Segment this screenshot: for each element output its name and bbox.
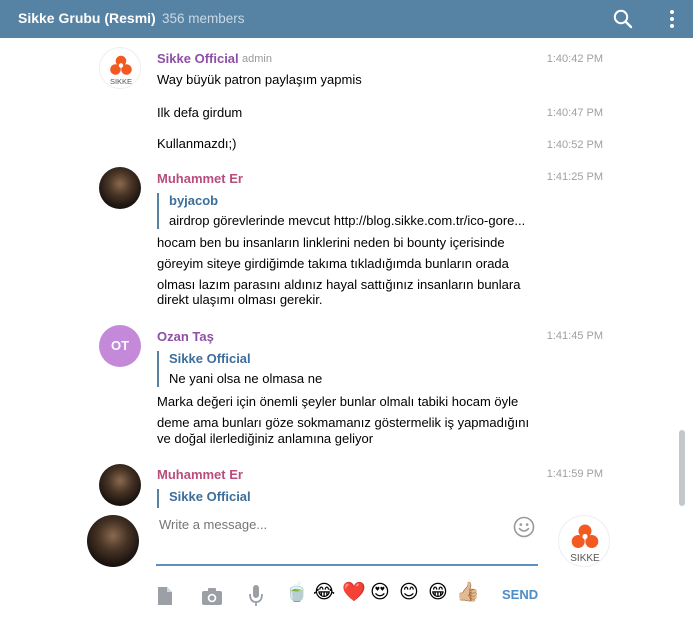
camera-icon[interactable] (201, 586, 223, 609)
message-text-line: göreyim siteye girdiğimde takıma tıkladı… (157, 256, 509, 271)
message-text: Way büyük patron paylaşım yapmis (157, 72, 362, 87)
emoji-shortcut[interactable]: 😊 (399, 582, 419, 604)
message-time: 1:41:45 PM (546, 330, 603, 342)
message-text: Ilk defa girdum (157, 105, 243, 120)
emoji-shortcut[interactable]: 👍🏼 (456, 582, 480, 604)
reply-text: airdrop görevlerinde mevcut http://blog.… (169, 213, 526, 228)
sikke-sticker-icon[interactable]: SIKKE (558, 515, 610, 567)
message-text-line: Marka değeri için önemli şeyler bunlar o… (157, 394, 519, 409)
member-count[interactable]: 356 members (162, 11, 245, 26)
reply-quote[interactable]: byjacob airdrop görevlerinde mevcut http… (157, 193, 525, 229)
message-time: 1:40:42 PM (546, 53, 603, 65)
reply-author: byjacob (169, 193, 219, 208)
send-button[interactable]: SEND (502, 587, 538, 602)
message-time: 1:41:25 PM (546, 171, 603, 183)
input-underline (156, 564, 538, 566)
message-time: 1:40:47 PM (546, 107, 603, 119)
message-author[interactable]: Ozan Taş (157, 329, 214, 344)
message-author[interactable]: Muhammet Er (157, 171, 243, 186)
emoji-shortcut[interactable]: 😁 (428, 582, 448, 604)
message-text-line: ve doğal ilerlediğiniz anlamına geliyor (157, 431, 374, 446)
logo-label: SIKKE (110, 77, 132, 86)
reply-quote[interactable]: Sikke Official Ne yani olsa ne olmasa ne (157, 351, 322, 387)
message-composer: SIKKE 🍵 😂 ❤️ 😍 😊 😁 👍🏼 SEND (0, 508, 693, 626)
emoji-shortcut[interactable]: ❤️ (342, 582, 366, 604)
message-text-line: hocam ben bu insanların linklerini neden… (157, 235, 505, 250)
message-input[interactable] (159, 517, 499, 532)
message-author[interactable]: Muhammet Er (157, 467, 243, 482)
attach-file-icon[interactable] (156, 586, 174, 609)
emoji-picker-icon[interactable] (513, 516, 535, 541)
emoji-shortcut[interactable]: 😂 (313, 582, 335, 604)
sikke-logo-avatar[interactable]: SIKKE (99, 47, 141, 89)
message-text-line: direkt ulaşımı olması gerekir. (157, 292, 323, 307)
reply-quote[interactable]: Sikke Official (157, 489, 251, 508)
microphone-icon[interactable] (248, 584, 264, 611)
more-options-icon[interactable] (666, 8, 678, 30)
chat-header: Sikke Grubu (Resmi) 356 members (0, 0, 693, 38)
reply-text: Ne yani olsa ne olmasa ne (169, 371, 323, 386)
message-author[interactable]: Sikke Official (157, 51, 239, 66)
my-avatar[interactable] (87, 515, 139, 567)
scrollbar-thumb[interactable] (679, 430, 685, 506)
reply-author: Sikke Official (169, 489, 251, 504)
search-icon[interactable] (612, 8, 634, 30)
message-list[interactable]: SIKKE Sikke Official admin 1:40:42 PM Wa… (0, 38, 680, 508)
emoji-shortcut[interactable]: 😍 (370, 582, 390, 604)
message-text: Kullanmazdı;) (157, 136, 237, 151)
message-time: 1:40:52 PM (546, 139, 603, 151)
initials-avatar[interactable]: OT (99, 325, 141, 367)
user-avatar[interactable] (99, 167, 141, 209)
message-time: 1:41:59 PM (546, 468, 603, 480)
user-avatar[interactable] (99, 464, 141, 506)
reply-author: Sikke Official (169, 351, 251, 366)
logo-label: SIKKE (570, 553, 600, 564)
author-role-badge: admin (242, 53, 272, 65)
chat-title[interactable]: Sikke Grubu (Resmi) (18, 10, 156, 26)
emoji-shortcut[interactable]: 🍵 (285, 582, 309, 604)
